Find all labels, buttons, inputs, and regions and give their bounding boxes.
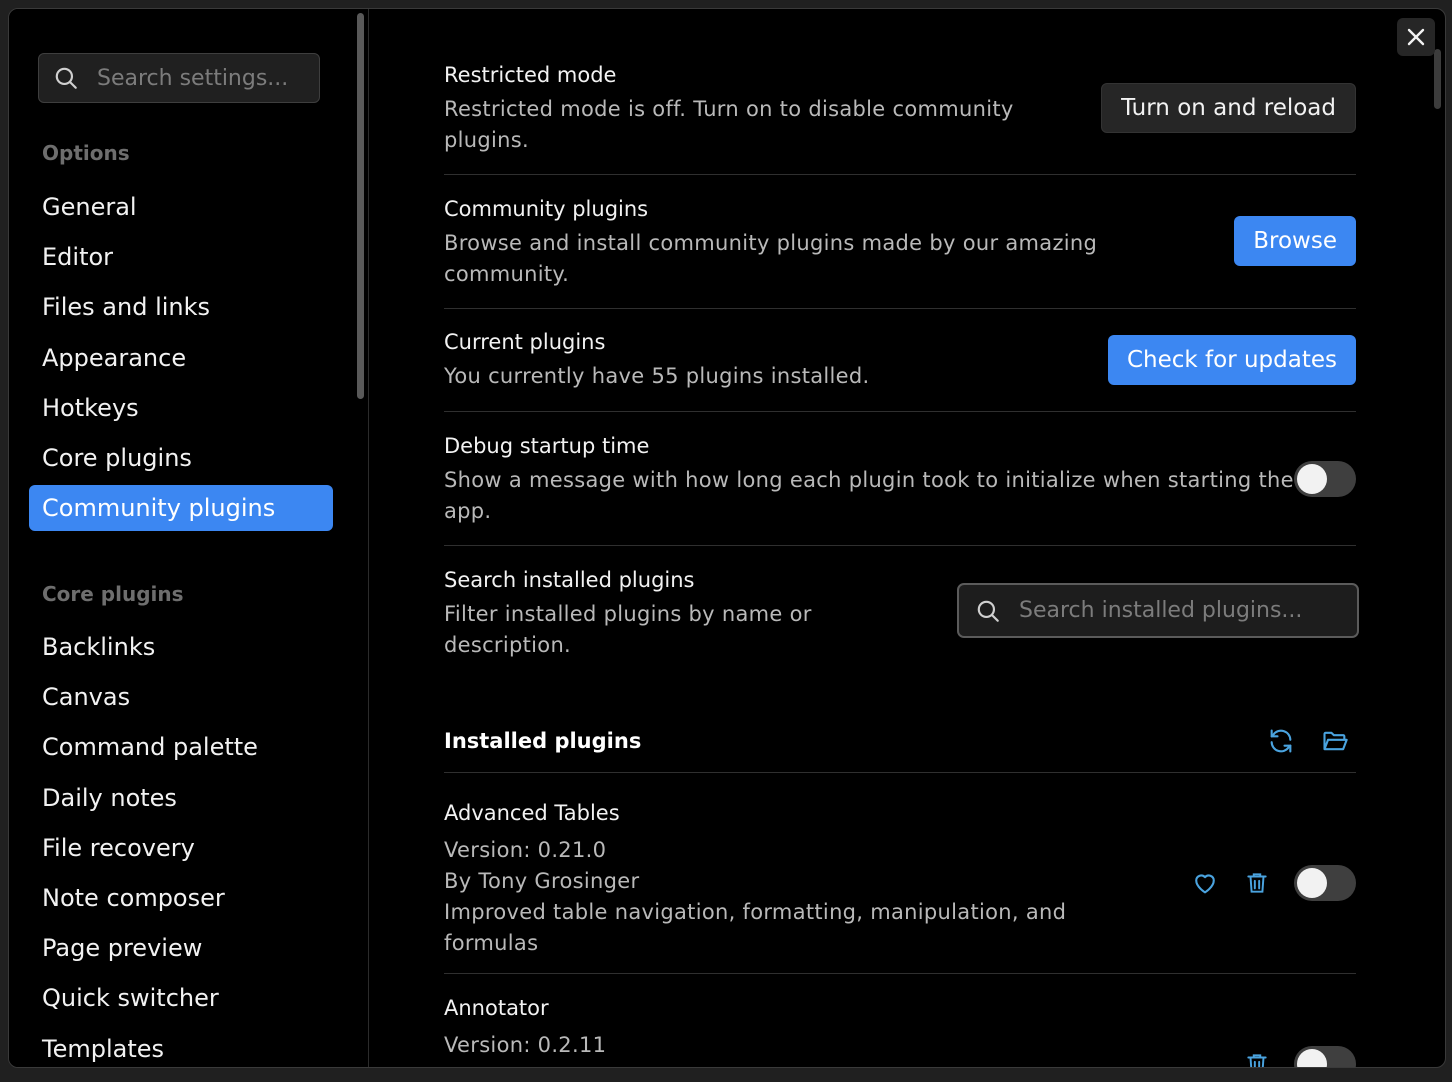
content-scrollbar[interactable] (1434, 49, 1441, 109)
setting-description: Show a message with how long each plugin… (444, 468, 1294, 523)
sidebar-item-editor[interactable]: Editor (29, 232, 333, 282)
settings-modal: Options General Editor Files and links A… (8, 8, 1446, 1068)
toggle-knob (1297, 464, 1327, 494)
toggle-knob (1297, 868, 1327, 898)
sidebar-item-daily-notes[interactable]: Daily notes (29, 773, 333, 823)
setting-name: Debug startup time (444, 434, 650, 458)
plugin-description: Improved table navigation, formatting, m… (444, 900, 1067, 955)
open-plugins-folder-button[interactable] (1320, 726, 1350, 756)
close-icon (1407, 28, 1425, 46)
plugin-version: Version: 0.21.0 (444, 838, 607, 862)
options-nav: General Editor Files and links Appearanc… (29, 182, 333, 533)
toggle-knob (1297, 1049, 1327, 1067)
sidebar-item-core-plugins[interactable]: Core plugins (29, 433, 333, 483)
plugin-enable-toggle[interactable] (1294, 1046, 1356, 1067)
sidebar-item-page-preview[interactable]: Page preview (29, 923, 333, 973)
setting-current-plugins: Current plugins You currently have 55 pl… (444, 328, 1356, 412)
sidebar-item-appearance[interactable]: Appearance (29, 333, 333, 383)
sidebar-item-templates[interactable]: Templates (29, 1024, 333, 1068)
browse-button[interactable]: Browse (1234, 216, 1356, 266)
plugin-search-input[interactable] (1019, 598, 1339, 623)
sidebar-item-general[interactable]: General (29, 182, 333, 232)
trash-icon (1247, 1054, 1267, 1067)
options-heading: Options (42, 141, 130, 165)
turn-on-and-reload-button[interactable]: Turn on and reload (1101, 83, 1356, 133)
installed-plugins-header: Installed plugins (444, 709, 1356, 773)
setting-debug-startup-time: Debug startup time Show a message with h… (444, 432, 1356, 546)
setting-description: Restricted mode is off. Turn on to disab… (444, 97, 1014, 152)
plugin-item-advanced-tables: Advanced Tables Version: 0.21.0 By Tony … (444, 799, 1356, 974)
sidebar-item-note-composer[interactable]: Note composer (29, 873, 333, 923)
check-for-updates-button[interactable]: Check for updates (1107, 335, 1356, 385)
close-button[interactable] (1397, 18, 1435, 56)
donate-button[interactable] (1190, 868, 1220, 898)
core-plugins-nav: Backlinks Canvas Command palette Daily n… (29, 622, 333, 1067)
sidebar-item-hotkeys[interactable]: Hotkeys (29, 383, 333, 433)
sidebar-item-quick-switcher[interactable]: Quick switcher (29, 973, 333, 1023)
uninstall-button[interactable] (1242, 868, 1272, 898)
sidebar-item-backlinks[interactable]: Backlinks (29, 622, 333, 672)
refresh-icon (1270, 728, 1292, 753)
reload-plugins-button[interactable] (1266, 726, 1296, 756)
search-icon (55, 67, 77, 89)
plugin-search-box[interactable] (957, 583, 1359, 638)
search-icon (977, 600, 999, 622)
sidebar-item-files-and-links[interactable]: Files and links (29, 282, 333, 332)
plugin-item-annotator: Annotator Version: 0.2.11 (444, 994, 1356, 1067)
plugin-version: Version: 0.2.11 (444, 1033, 607, 1057)
heart-icon (1195, 874, 1215, 894)
setting-description: Browse and install community plugins mad… (444, 231, 1098, 286)
trash-icon (1247, 873, 1267, 893)
settings-content: Restricted mode Restricted mode is off. … (370, 9, 1445, 1067)
sidebar-item-canvas[interactable]: Canvas (29, 672, 333, 722)
setting-restricted-mode: Restricted mode Restricted mode is off. … (444, 61, 1356, 175)
setting-search-installed-plugins: Search installed plugins Filter installe… (444, 566, 1359, 676)
debug-startup-toggle[interactable] (1294, 461, 1356, 497)
folder-open-icon (1323, 731, 1348, 750)
settings-sidebar: Options General Editor Files and links A… (9, 9, 369, 1067)
setting-community-plugins: Community plugins Browse and install com… (444, 195, 1356, 309)
installed-plugins-title: Installed plugins (444, 728, 642, 753)
setting-name: Community plugins (444, 197, 649, 221)
settings-search-input[interactable] (97, 54, 317, 102)
setting-description: Filter installed plugins by name or desc… (444, 602, 812, 657)
plugin-name: Advanced Tables (444, 801, 620, 825)
uninstall-button[interactable] (1242, 1049, 1272, 1067)
plugin-name: Annotator (444, 996, 549, 1020)
plugin-enable-toggle[interactable] (1294, 865, 1356, 901)
sidebar-item-community-plugins[interactable]: Community plugins (29, 485, 333, 532)
sidebar-item-command-palette[interactable]: Command palette (29, 722, 333, 772)
core-plugins-heading: Core plugins (42, 582, 184, 606)
settings-search-box[interactable] (38, 53, 320, 103)
sidebar-item-file-recovery[interactable]: File recovery (29, 823, 333, 873)
sidebar-scrollbar[interactable] (357, 13, 364, 399)
